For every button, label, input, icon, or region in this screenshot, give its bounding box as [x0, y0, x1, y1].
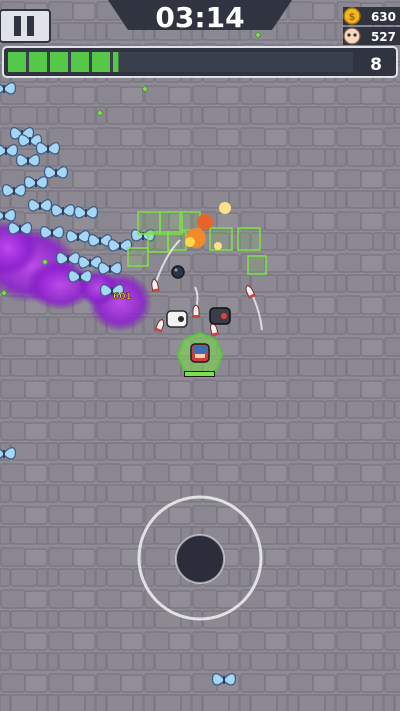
bomb-projectile: [171, 265, 185, 279]
game-screen: 601 03:14 $ 630 527 8: [0, 0, 400, 711]
damage-popup: 601: [113, 292, 132, 302]
game-world: 601: [0, 0, 400, 711]
pause-button[interactable]: [0, 9, 51, 43]
joystick-knob[interactable]: [175, 534, 225, 584]
drone-companion-white: [166, 310, 188, 328]
drone-companion-dark: [209, 307, 231, 325]
player-character: [176, 331, 224, 379]
